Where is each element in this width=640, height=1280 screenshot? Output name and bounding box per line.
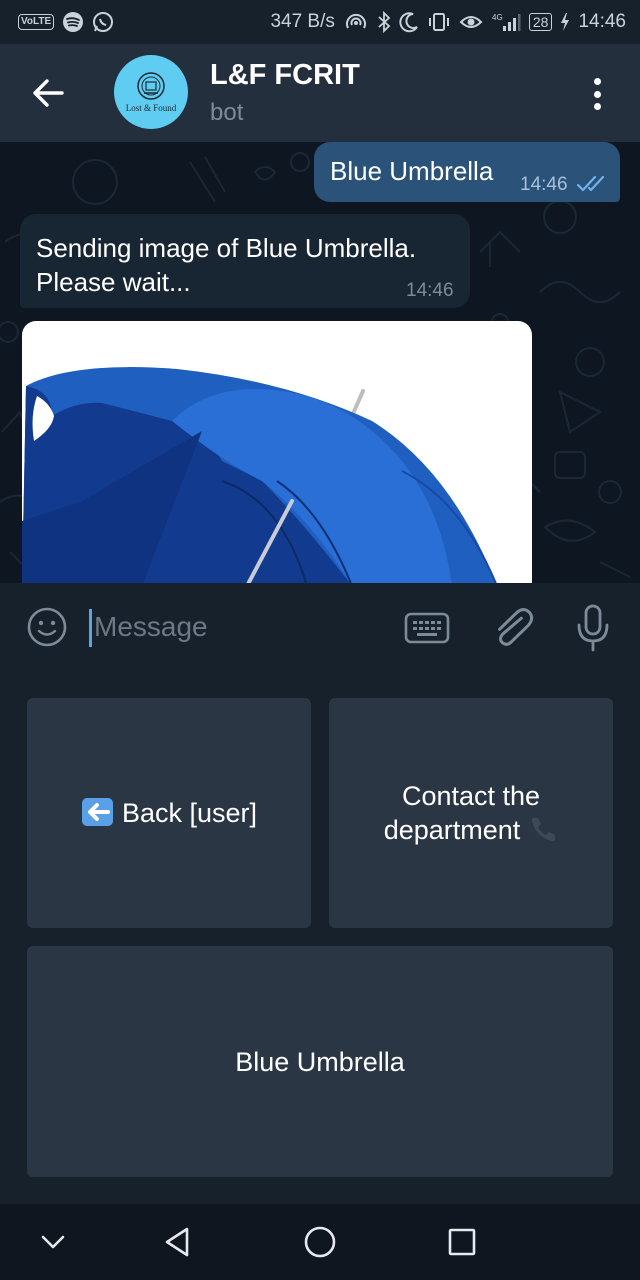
message-time: 14:46	[520, 174, 568, 195]
message-bubble-outgoing[interactable]: Blue Umbrella 14:46	[314, 142, 620, 202]
text-caret	[89, 609, 92, 647]
system-nav-bar	[0, 1204, 640, 1280]
button-content: Back [user]	[81, 796, 257, 830]
message-image[interactable]	[22, 321, 532, 583]
button-label: department	[383, 815, 521, 845]
button-content: Contact the department	[384, 779, 559, 847]
spotify-icon	[63, 12, 84, 32]
message-input[interactable]	[94, 605, 384, 649]
back-arrow-icon[interactable]	[28, 72, 70, 114]
umbrella-image	[22, 367, 497, 583]
vibrate-icon	[428, 13, 449, 31]
message-input-bar	[0, 583, 640, 671]
button-label: Back [user]	[121, 798, 258, 828]
nav-recents-icon[interactable]	[442, 1222, 482, 1262]
emoji-icon[interactable]	[26, 606, 68, 648]
message-time: 14:46	[406, 280, 454, 301]
svg-text:4G: 4G	[492, 13, 503, 22]
more-vert-icon[interactable]	[584, 76, 610, 112]
attach-icon[interactable]	[490, 603, 534, 651]
contact-department-button[interactable]: Contact the department	[329, 698, 613, 928]
avatar-text: Lost & Found	[125, 103, 177, 113]
back-arrow-emoji-icon	[81, 798, 113, 826]
telephone-icon	[532, 818, 556, 842]
whatsapp-icon	[93, 12, 114, 32]
signal-icon: 4G	[492, 13, 521, 31]
message-line: Please wait...	[36, 267, 191, 297]
bot-keyboard: Back [user] Contact the department Blue …	[0, 671, 640, 1204]
double-check-icon	[576, 175, 605, 192]
button-label-line: Contact the	[401, 781, 541, 811]
clock: 14:46	[578, 11, 626, 32]
mic-icon[interactable]	[574, 603, 612, 653]
chat-subtitle: bot	[210, 99, 244, 126]
eye-icon	[459, 16, 483, 28]
keyboard-icon[interactable]	[404, 611, 450, 645]
net-speed: 347 B/s	[270, 11, 335, 32]
battery-indicator: 28	[528, 13, 553, 31]
nav-collapse-icon[interactable]	[33, 1222, 73, 1262]
moon-icon	[399, 12, 418, 33]
button-label: Blue Umbrella	[235, 1046, 405, 1077]
blue-umbrella-button[interactable]: Blue Umbrella	[27, 946, 613, 1177]
bot-avatar[interactable]: Lost & Found	[114, 55, 188, 129]
message-text: Sending image of Blue Umbrella. Please w…	[36, 231, 416, 299]
nav-home-icon[interactable]	[300, 1222, 340, 1262]
volte-badge: VoLTE	[18, 14, 55, 30]
message-text: Blue Umbrella	[330, 156, 494, 186]
back-user-button[interactable]: Back [user]	[27, 698, 311, 928]
avatar-logo-icon	[137, 72, 165, 100]
hotspot-icon	[345, 13, 366, 29]
chat-header: Lost & Found L&F FCRIT bot	[0, 44, 640, 142]
message-bubble-incoming[interactable]: Sending image of Blue Umbrella. Please w…	[20, 214, 470, 308]
button-label-line2: department	[384, 813, 559, 847]
bluetooth-icon	[378, 11, 391, 33]
chat-area[interactable]: Blue Umbrella 14:46 Sending image of Blu…	[0, 142, 640, 583]
nav-back-icon[interactable]	[158, 1222, 198, 1262]
charging-icon	[561, 13, 570, 31]
status-bar: VoLTE 347 B/s 4G 28 14:46	[0, 0, 640, 44]
chat-title[interactable]: L&F FCRIT	[210, 59, 360, 92]
message-line: Sending image of Blue Umbrella.	[36, 233, 417, 263]
